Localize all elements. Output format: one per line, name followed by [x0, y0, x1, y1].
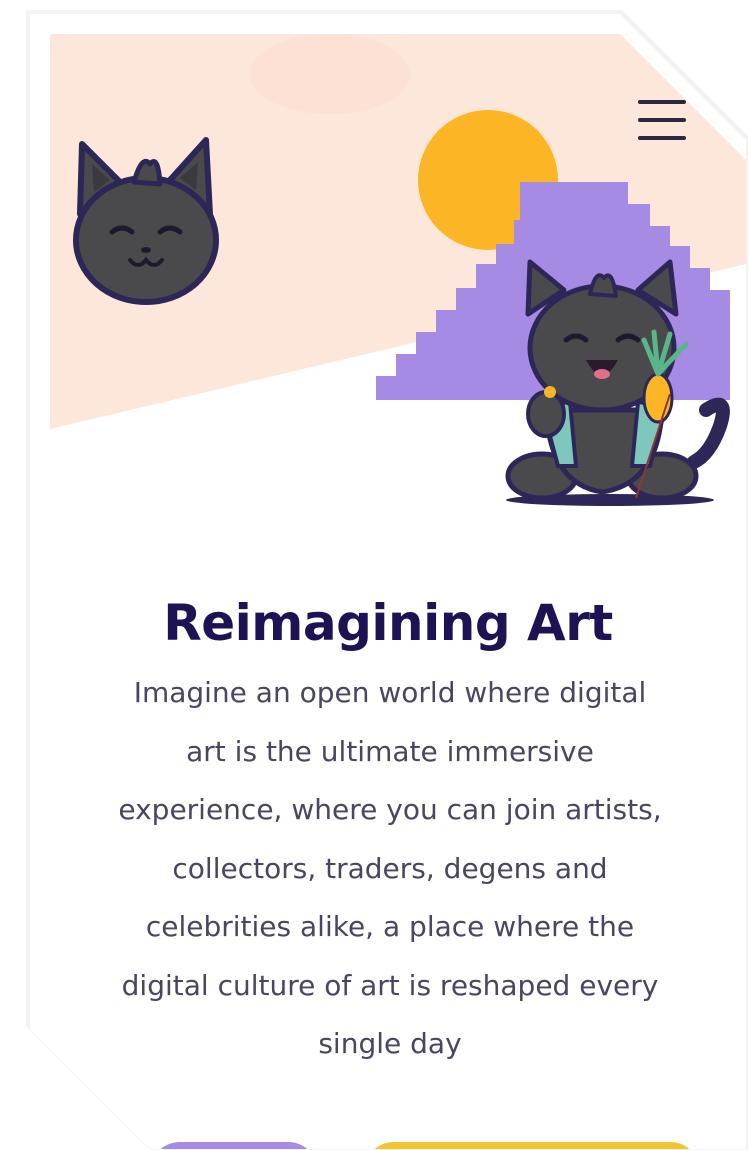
- page-title: Reimagining Art: [163, 594, 613, 652]
- hamburger-menu-icon: [638, 100, 686, 104]
- primary-button[interactable]: [150, 1142, 318, 1149]
- cat-head-icon: [73, 137, 219, 305]
- secondary-button[interactable]: [364, 1142, 700, 1149]
- hero-illustration: [50, 34, 746, 506]
- mobile-page: Reimagining Art Imagine an open world wh…: [30, 14, 746, 1149]
- hero-description: Imagine an open world where digital art …: [118, 676, 662, 1060]
- menu-button[interactable]: [634, 94, 690, 146]
